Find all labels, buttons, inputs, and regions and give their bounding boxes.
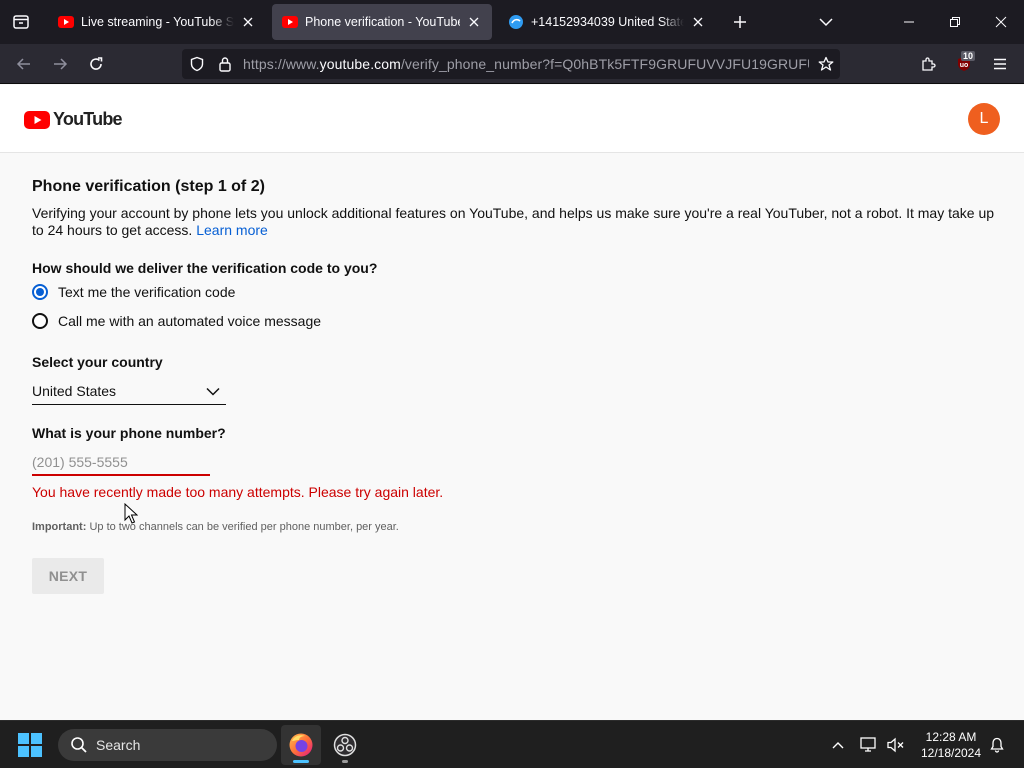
reload-button[interactable] xyxy=(82,50,110,78)
chevron-down-icon xyxy=(206,387,220,396)
back-button[interactable] xyxy=(10,50,38,78)
clock-date: 12/18/2024 xyxy=(920,746,982,760)
close-icon[interactable] xyxy=(240,14,256,30)
youtube-wordmark: YouTube xyxy=(53,109,123,129)
next-button[interactable]: NEXT xyxy=(32,558,104,594)
youtube-icon xyxy=(58,14,74,30)
menu-button[interactable] xyxy=(986,50,1014,78)
notifications-button[interactable] xyxy=(985,733,1009,757)
forward-button[interactable] xyxy=(46,50,74,78)
svg-text:uo: uo xyxy=(960,62,969,69)
radio-call-option[interactable]: Call me with an automated voice message xyxy=(32,313,321,329)
search-icon xyxy=(71,737,87,753)
taskbar-firefox[interactable] xyxy=(281,725,321,765)
page-title: Phone verification (step 1 of 2) xyxy=(32,178,265,195)
restore-icon xyxy=(950,17,960,27)
error-message: You have recently made too many attempts… xyxy=(32,484,444,500)
note-label: Important: xyxy=(32,521,87,533)
running-indicator xyxy=(342,760,348,763)
tab-manager-icon xyxy=(13,15,29,29)
phone-number-input[interactable] xyxy=(32,450,210,476)
close-window-button[interactable] xyxy=(978,0,1024,44)
firefox-icon xyxy=(289,733,313,757)
hamburger-icon xyxy=(994,58,1006,70)
clock-time: 12:28 AM xyxy=(925,730,977,744)
youtube-play-icon xyxy=(24,110,50,129)
radio-label: Text me the verification code xyxy=(58,284,236,300)
url-path: /verify_phone_number?f=Q0hBTk5FTF9GRUFUV… xyxy=(400,56,809,72)
obs-icon xyxy=(333,733,357,757)
close-icon[interactable] xyxy=(690,14,706,30)
reload-icon xyxy=(90,57,103,70)
tab-phone-verification[interactable]: Phone verification - YouTube xyxy=(272,4,492,40)
new-tab-button[interactable] xyxy=(728,10,752,34)
description-text: Verifying your account by phone lets you… xyxy=(32,205,995,238)
verification-form: Phone verification (step 1 of 2) Verifyi… xyxy=(0,154,1024,720)
page-description: Verifying your account by phone lets you… xyxy=(32,205,1000,239)
active-indicator xyxy=(293,760,309,763)
chevron-down-icon xyxy=(819,18,833,27)
taskbar-obs[interactable] xyxy=(325,725,365,765)
puzzle-icon xyxy=(922,57,936,71)
country-label: Select your country xyxy=(32,354,163,370)
youtube-header: YouTube L xyxy=(0,85,1024,153)
close-icon[interactable] xyxy=(466,14,482,30)
radio-button-checked[interactable] xyxy=(32,284,48,300)
arrow-left-icon xyxy=(16,58,30,70)
windows-logo-icon xyxy=(18,733,42,757)
restore-button[interactable] xyxy=(932,0,978,44)
volume-muted-icon xyxy=(887,737,904,753)
radio-text-option[interactable]: Text me the verification code xyxy=(32,284,235,300)
taskbar-search[interactable]: Search xyxy=(58,729,277,761)
youtube-icon xyxy=(282,14,298,30)
close-icon xyxy=(995,16,1007,28)
minimize-button[interactable] xyxy=(886,0,932,44)
extension-badge: 10 xyxy=(961,51,976,61)
lock-icon[interactable] xyxy=(217,56,233,72)
globe-icon xyxy=(508,14,524,30)
mouse-cursor-icon xyxy=(124,503,138,524)
arrow-right-icon xyxy=(54,58,68,70)
important-note: Important: Up to two channels can be ver… xyxy=(32,521,399,533)
volume-button[interactable] xyxy=(884,733,908,757)
search-placeholder: Search xyxy=(96,737,141,753)
chevron-up-icon xyxy=(832,742,844,749)
learn-more-link[interactable]: Learn more xyxy=(196,222,268,238)
url-prefix: https://www. xyxy=(243,56,320,72)
browser-nav-bar: https://www.youtube.com/verify_phone_num… xyxy=(0,44,1024,84)
delivery-question: How should we deliver the verification c… xyxy=(32,260,378,276)
address-bar[interactable]: https://www.youtube.com/verify_phone_num… xyxy=(182,49,840,79)
tab-title: Phone verification - YouTube xyxy=(305,15,460,29)
youtube-logo[interactable]: YouTube xyxy=(24,109,123,130)
phone-label: What is your phone number? xyxy=(32,425,226,441)
country-value: United States xyxy=(32,383,117,399)
extensions-button[interactable] xyxy=(914,50,942,78)
bell-icon xyxy=(990,737,1004,753)
bookmark-star-icon[interactable] xyxy=(818,56,834,72)
shield-icon[interactable] xyxy=(189,56,205,72)
windows-taskbar: Search 12:28 AM 12/18/2024 xyxy=(0,720,1024,768)
avatar[interactable]: L xyxy=(968,103,1000,135)
url-text[interactable]: https://www.youtube.com/verify_phone_num… xyxy=(243,56,809,72)
network-button[interactable] xyxy=(857,733,881,757)
url-domain: youtube.com xyxy=(319,56,401,72)
tab-live-streaming[interactable]: Live streaming - YouTube Studio xyxy=(48,4,266,40)
plus-icon xyxy=(734,16,746,28)
show-hidden-icons-button[interactable] xyxy=(826,733,850,757)
radio-label: Call me with an automated voice message xyxy=(58,313,322,329)
network-monitor-icon xyxy=(860,737,876,752)
radio-button[interactable] xyxy=(32,313,48,329)
list-all-tabs-button[interactable] xyxy=(814,10,838,34)
tab-title: Live streaming - YouTube Studio xyxy=(81,15,234,29)
tab-title: +14152934039 United States temporary pho… xyxy=(531,15,684,29)
tab-temp-phone-number[interactable]: +14152934039 United States temporary pho… xyxy=(498,4,716,40)
minimize-icon xyxy=(904,21,914,23)
browser-tab-bar: Live streaming - YouTube Studio Phone ve… xyxy=(0,0,1024,44)
country-select[interactable]: United States xyxy=(32,378,226,405)
taskbar-clock[interactable]: 12:28 AM 12/18/2024 xyxy=(912,729,990,761)
tab-manager-button[interactable] xyxy=(0,0,42,44)
start-button[interactable] xyxy=(18,733,42,757)
